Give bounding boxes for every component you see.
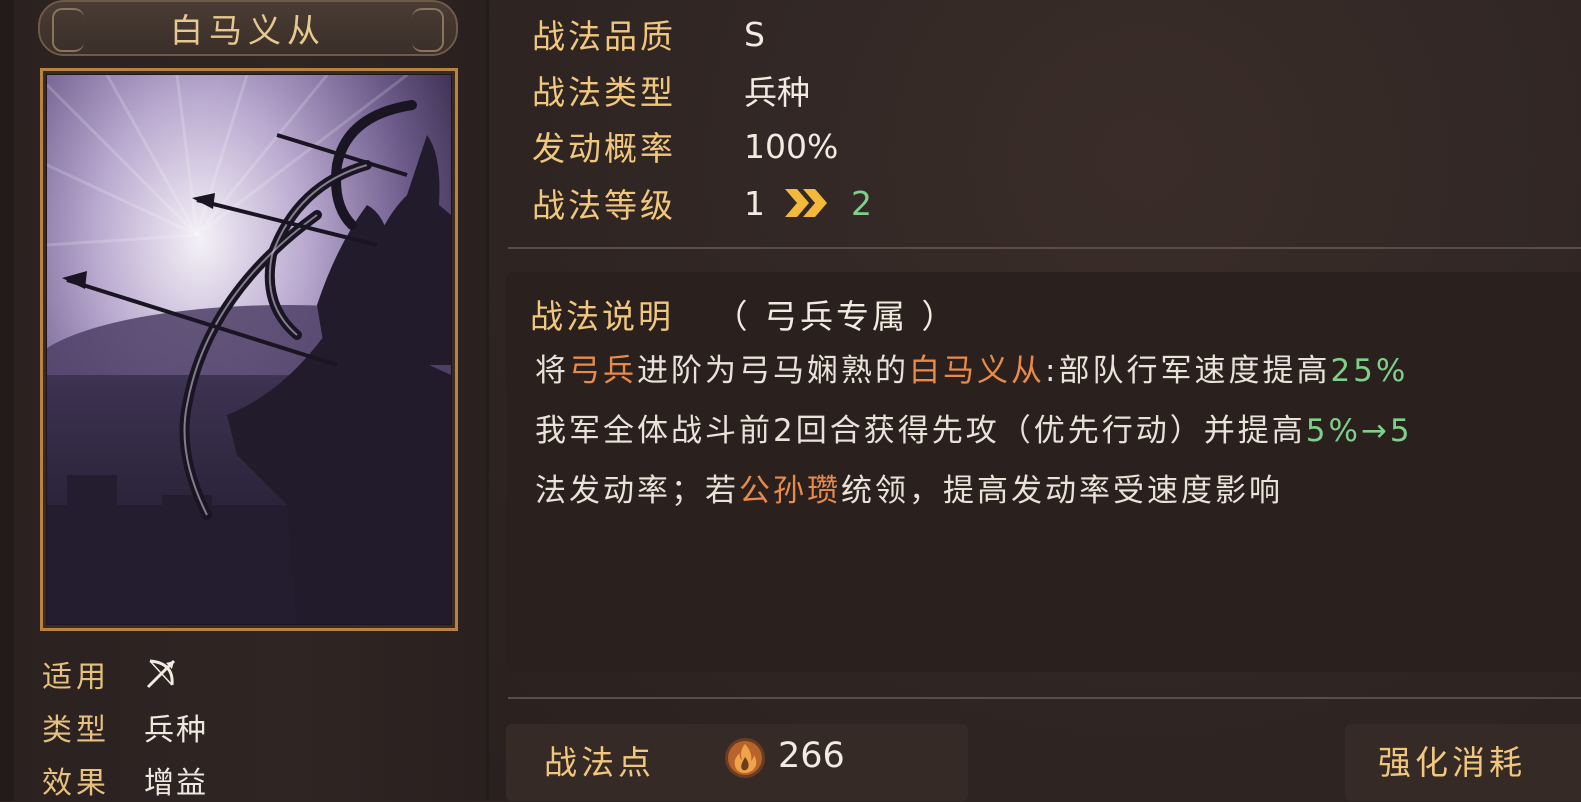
bow-arrow-icon [144, 657, 178, 691]
desc-text: :部队行军速度提高 [1045, 353, 1331, 389]
desc-keyword-skill: 白马义从 [909, 353, 1045, 389]
quality-label: 战法品质 [532, 17, 676, 56]
description-line-1: 将弓兵进阶为弓马娴熟的白马义从:部队行军速度提高25% [535, 345, 1408, 390]
desc-text: 法发动率；若 [535, 473, 739, 509]
level-to: 2 [851, 183, 872, 223]
desc-text: 我军全体战斗前2回合获得先攻（优先行动）并提高 [535, 413, 1306, 449]
meta-type-row: 类型 兵种 [42, 705, 208, 749]
desc-value-rate: 5%→5 [1305, 413, 1413, 449]
rate-label: 发动概率 [532, 129, 676, 168]
skill-card[interactable] [40, 68, 458, 631]
description-line-3: 法发动率；若公孙瓒统领，提高发动率受速度影响 [535, 465, 1283, 510]
skill-type-row: 战法类型 兵种 [532, 68, 810, 112]
level-label: 战法等级 [532, 186, 676, 225]
rate-value: 100% [744, 126, 839, 166]
desc-keyword-general: 公孙瓒 [739, 473, 841, 509]
desc-text: 进阶为弓马娴熟的 [637, 353, 909, 389]
desc-text: 将 [535, 353, 569, 389]
description-line-2: 我军全体战斗前2回合获得先攻（优先行动）并提高5%→5 [535, 405, 1413, 450]
section-divider-bottom [508, 697, 1581, 699]
skill-type-value: 兵种 [744, 73, 810, 112]
desc-keyword-troop: 弓兵 [569, 353, 637, 389]
type-label: 类型 [42, 713, 110, 748]
meta-effect-row: 效果 增益 [42, 758, 208, 802]
desc-value-speed: 25% [1330, 353, 1409, 389]
quality-row: 战法品质 S [532, 12, 765, 57]
skill-name-plate: 白马义从 [38, 0, 458, 56]
quality-value: S [744, 14, 765, 54]
effect-label: 效果 [42, 766, 110, 801]
skill-type-label: 战法类型 [532, 73, 676, 112]
fire-icon [724, 737, 766, 779]
description-subtitle: （ 弓兵专属 ） [714, 297, 958, 336]
skill-points-value: 266 [778, 736, 845, 776]
card-art-archers [47, 75, 451, 624]
effect-value: 增益 [144, 766, 208, 801]
section-divider-top [508, 247, 1581, 249]
left-edge [0, 0, 14, 801]
type-value: 兵种 [144, 713, 208, 748]
enhance-cost-label: 强化消耗 [1378, 743, 1526, 782]
level-from: 1 [744, 183, 765, 223]
double-chevron-right-icon [783, 185, 831, 221]
description-title: 战法说明 [530, 297, 674, 336]
skill-points-label: 战法点 [544, 743, 655, 782]
rate-row: 发动概率 100% [532, 124, 839, 169]
panel-divider [486, 0, 489, 801]
level-row: 战法等级 1 2 [532, 181, 872, 226]
skill-name: 白马义从 [170, 11, 326, 50]
desc-text: 统领，提高发动率受速度影响 [841, 473, 1283, 509]
apply-label: 适用 [42, 660, 110, 695]
meta-apply-row: 适用 [42, 652, 178, 696]
description-heading: 战法说明 （ 弓兵专属 ） [530, 290, 957, 338]
